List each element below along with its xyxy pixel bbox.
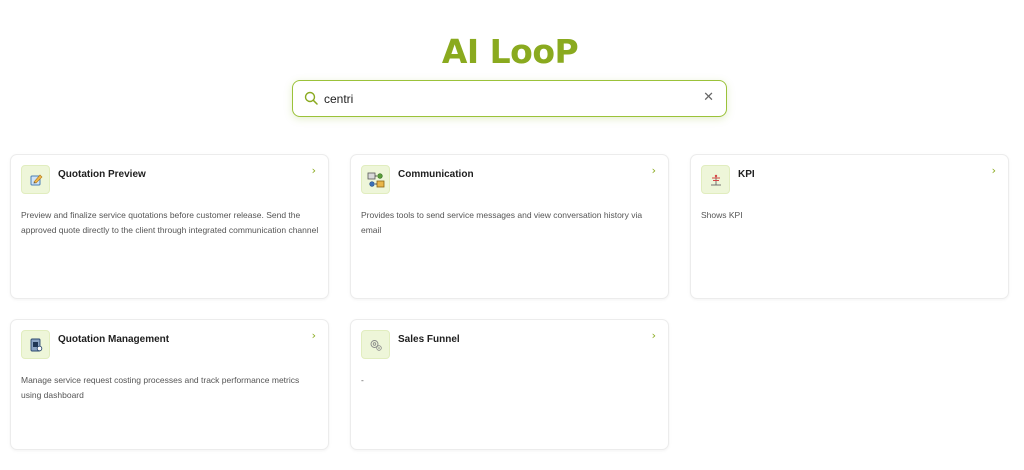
module-card-sales-funnel[interactable]: Sales Funnel › - [350, 319, 669, 450]
communication-icon [361, 165, 390, 194]
search-input[interactable] [324, 89, 684, 109]
card-title: Communication [398, 169, 474, 180]
search-bar[interactable]: ✕ [292, 80, 727, 117]
chevron-right-icon[interactable]: › [652, 329, 656, 342]
search-icon [304, 91, 318, 105]
kpi-icon [701, 165, 730, 194]
app-logo: AI LooP [441, 32, 579, 71]
module-card-quotation-preview[interactable]: Quotation Preview › Preview and finalize… [10, 154, 329, 299]
card-description: Manage service request costing processes… [21, 375, 300, 400]
card-title: Quotation Preview [58, 169, 146, 180]
chevron-right-icon[interactable]: › [992, 164, 996, 177]
card-description: Provides tools to send service messages … [361, 210, 643, 235]
quotation-preview-icon [21, 165, 50, 194]
card-title: Sales Funnel [398, 334, 460, 345]
card-title: KPI [738, 169, 755, 180]
module-card-communication[interactable]: Communication › Provides tools to send s… [350, 154, 669, 299]
card-description: - [361, 375, 364, 385]
card-description: Preview and finalize service quotations … [21, 210, 319, 235]
module-card-kpi[interactable]: KPI › Shows KPI [690, 154, 1009, 299]
card-title: Quotation Management [58, 334, 170, 345]
chevron-right-icon[interactable]: › [652, 164, 656, 177]
sales-funnel-icon [361, 330, 390, 359]
quotation-management-icon [21, 330, 50, 359]
module-card-quotation-management[interactable]: Quotation Management › Manage service re… [10, 319, 329, 450]
chevron-right-icon[interactable]: › [312, 164, 316, 177]
chevron-right-icon[interactable]: › [312, 329, 316, 342]
clear-search-icon[interactable]: ✕ [703, 90, 714, 106]
card-description: Shows KPI [701, 210, 743, 220]
